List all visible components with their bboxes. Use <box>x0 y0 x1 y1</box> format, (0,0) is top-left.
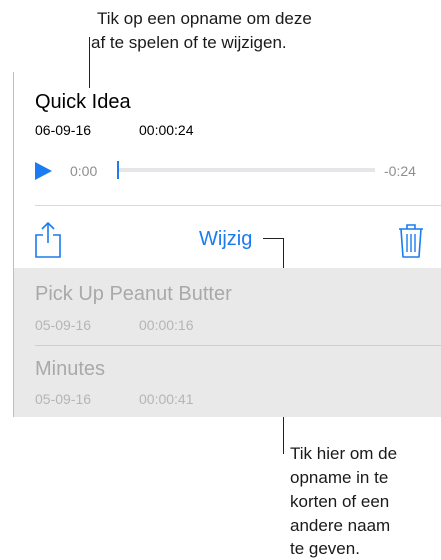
list-item-title: Pick Up Peanut Butter <box>35 283 232 305</box>
share-icon[interactable] <box>33 221 63 259</box>
recording-duration: 00:00:24 <box>139 122 194 138</box>
callout-bottom-line-4: andere naam <box>290 516 391 535</box>
trash-icon[interactable] <box>397 223 425 259</box>
callout-bottom-line-5: te geven. <box>290 539 360 558</box>
list-item-date: 05-09-16 <box>35 317 92 333</box>
divider <box>35 205 441 206</box>
scrubber-playhead[interactable] <box>117 161 119 179</box>
elapsed-time: 0:00 <box>70 163 98 179</box>
scrubber-track[interactable] <box>117 168 375 172</box>
remaining-time: -0:24 <box>384 163 416 179</box>
callout-top-line-2: af te spelen of te wijzigen. <box>91 33 287 52</box>
callout-bottom-line-1: Tik hier om de <box>290 444 398 463</box>
callout-bottom-line-3: korten of een <box>290 492 390 511</box>
play-icon[interactable] <box>35 162 52 180</box>
list-item-title: Minutes <box>35 358 106 380</box>
list-item-date: 05-09-16 <box>35 391 92 407</box>
callout-bottom-leader-horizontal <box>263 238 284 239</box>
edit-button[interactable]: Wijzig <box>199 227 252 251</box>
list-divider <box>35 345 441 346</box>
callout-bottom-line-2: opname in te <box>290 468 389 487</box>
callout-top-leader <box>89 37 90 88</box>
callout-top-line-1: Tik op een opname om deze <box>97 9 312 28</box>
recording-title: Quick Idea <box>35 91 131 113</box>
list-item-duration: 00:00:41 <box>139 391 194 407</box>
recording-date: 06-09-16 <box>35 122 92 138</box>
list-item-duration: 00:00:16 <box>139 317 194 333</box>
